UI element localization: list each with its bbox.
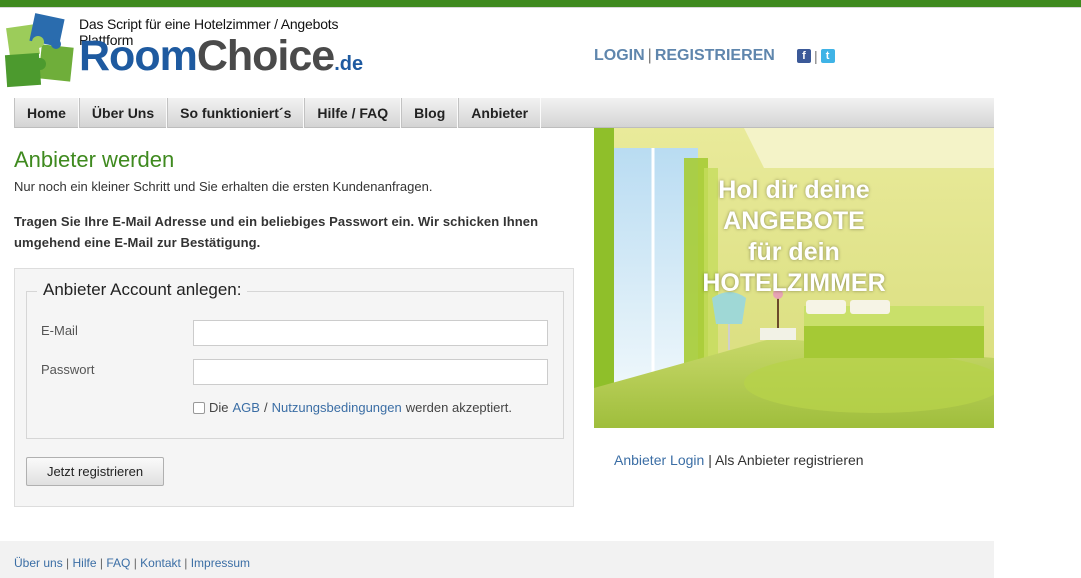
social-separator: |	[814, 48, 818, 64]
puzzle-logo-icon	[4, 13, 74, 88]
footer-link-imprint[interactable]: Impressum	[191, 556, 250, 570]
instructions-text: Tragen Sie Ihre E-Mail Adresse und ein b…	[14, 214, 539, 250]
provider-register-text[interactable]: Als Anbieter registrieren	[715, 452, 864, 468]
site-logo[interactable]: Das Script für eine Hotelzimmer / Angebo…	[0, 10, 380, 90]
footer-link-help[interactable]: Hilfe	[73, 556, 97, 570]
nav-item-home[interactable]: Home	[14, 98, 79, 128]
password-label: Passwort	[41, 362, 95, 377]
terms-checkbox[interactable]	[193, 401, 205, 414]
registration-form: Anbieter Account anlegen: E-Mail Passwor…	[14, 268, 574, 507]
facebook-icon[interactable]: f	[797, 49, 811, 63]
footer-links: Über uns | Hilfe | FAQ | Kontakt | Impre…	[14, 556, 250, 570]
fieldset-legend: Anbieter Account anlegen:	[37, 280, 248, 300]
footer-separator: |	[66, 556, 70, 570]
nav-item-provider[interactable]: Anbieter	[458, 98, 542, 128]
footer-separator: |	[99, 556, 103, 570]
brand-room: Room	[79, 32, 198, 80]
promo-headline: Hol dir deine ANGEBOTE für dein HOTELZIM…	[594, 175, 994, 299]
top-accent-bar	[0, 0, 1081, 7]
page-title: Anbieter werden	[14, 147, 175, 172]
register-submit-button[interactable]: Jetzt registrieren	[26, 457, 164, 486]
nav-item-how-it-works[interactable]: So funktioniert´s	[167, 98, 305, 128]
nav-item-help-faq[interactable]: Hilfe / FAQ	[304, 98, 402, 128]
promo-line-1: Hol dir deine	[718, 176, 870, 204]
main-nav: Home Über Uns So funktioniert´s Hilfe / …	[14, 98, 994, 128]
brand-tld: .de	[334, 53, 364, 75]
email-label: E-Mail	[41, 323, 78, 338]
password-field[interactable]	[193, 359, 548, 385]
brand-choice: Choice	[196, 32, 335, 80]
page-subtitle: Nur noch ein kleiner Schritt und Sie erh…	[14, 179, 433, 194]
footer-separator: |	[184, 556, 188, 570]
agree-prefix: Die	[209, 400, 229, 415]
footer: Über uns | Hilfe | FAQ | Kontakt | Impre…	[0, 541, 994, 578]
nav-item-about[interactable]: Über Uns	[78, 98, 168, 128]
nav-item-blog[interactable]: Blog	[401, 98, 459, 128]
agb-link[interactable]: AGB	[233, 400, 260, 415]
footer-link-about[interactable]: Über uns	[14, 556, 63, 570]
login-link[interactable]: LOGIN	[594, 47, 645, 64]
promo-banner: Hol dir deine ANGEBOTE für dein HOTELZIM…	[594, 128, 994, 428]
auth-separator: |	[647, 47, 652, 64]
terms-agreement: Die AGB / Nutzungsbedingungen werden akz…	[193, 400, 512, 415]
email-field[interactable]	[193, 320, 548, 346]
footer-link-faq[interactable]: FAQ	[106, 556, 130, 570]
agree-suffix: werden akzeptiert.	[405, 400, 512, 415]
register-link[interactable]: REGISTRIEREN	[655, 47, 775, 64]
top-divider	[0, 7, 1081, 8]
promo-line-2: ANGEBOTE	[723, 207, 865, 235]
social-links: f | t	[797, 48, 835, 64]
provider-links-separator: |	[708, 452, 712, 468]
promo-line-3: für dein	[748, 238, 840, 266]
agree-slash: /	[263, 400, 268, 415]
terms-link[interactable]: Nutzungsbedingungen	[272, 400, 402, 415]
provider-login-link[interactable]: Anbieter Login	[614, 452, 704, 468]
brand-name: RoomChoice.de	[79, 32, 363, 88]
twitter-icon[interactable]: t	[820, 49, 835, 63]
footer-separator: |	[133, 556, 137, 570]
provider-links: Anbieter Login | Als Anbieter registrier…	[614, 452, 864, 468]
footer-link-contact[interactable]: Kontakt	[140, 556, 181, 570]
auth-links: LOGIN | REGISTRIEREN	[594, 47, 775, 65]
account-fieldset: Anbieter Account anlegen: E-Mail Passwor…	[26, 280, 564, 439]
promo-line-4: HOTELZIMMER	[702, 269, 886, 297]
